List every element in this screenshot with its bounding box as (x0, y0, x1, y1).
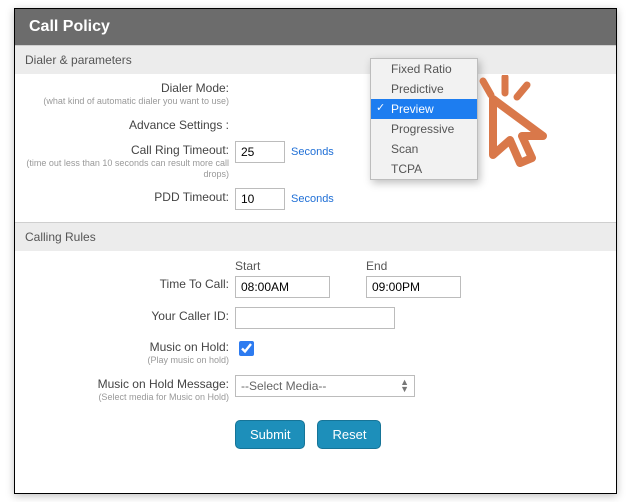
moh-message-select[interactable]: --Select Media-- ▲▼ (235, 375, 415, 397)
row-time-to-call: Time To Call: Start End (15, 251, 616, 300)
hint-ring-timeout: (time out less than 10 seconds can resul… (25, 158, 229, 180)
row-moh-message: Music on Hold Message: (Select media for… (15, 370, 616, 405)
time-start-caption: Start (235, 259, 330, 273)
dialer-mode-option[interactable]: Progressive (371, 119, 477, 139)
row-music-on-hold: Music on Hold: (Play music on hold) (15, 333, 616, 368)
hint-dialer-mode: (what kind of automatic dialer you want … (25, 96, 229, 107)
label-pdd-timeout: PDD Timeout: (25, 187, 235, 204)
call-policy-panel: Call Policy Dialer & parameters Dialer M… (14, 8, 617, 494)
label-moh-message: Music on Hold Message: (Select media for… (25, 374, 235, 403)
moh-message-selected: --Select Media-- (241, 379, 326, 393)
row-buttons: Submit Reset (15, 415, 616, 451)
pdd-timeout-input[interactable] (235, 188, 285, 210)
label-advance-settings: Advance Settings : (25, 115, 235, 132)
label-time-to-call: Time To Call: (25, 255, 235, 291)
section-dialer-parameters: Dialer & parameters (15, 45, 616, 74)
ring-timeout-input[interactable] (235, 141, 285, 163)
reset-button[interactable]: Reset (317, 420, 381, 449)
time-end-caption: End (366, 259, 461, 273)
hint-moh-message: (Select media for Music on Hold) (25, 392, 229, 403)
ring-timeout-unit: Seconds (291, 146, 334, 158)
section-calling-rules: Calling Rules (15, 222, 616, 251)
time-start-column: Start (235, 259, 330, 298)
row-ring-timeout: Call Ring Timeout: (time out less than 1… (15, 136, 616, 182)
dialer-mode-option[interactable]: Predictive (371, 79, 477, 99)
select-stepper-icon: ▲▼ (400, 379, 409, 393)
dialer-mode-option[interactable]: Fixed Ratio (371, 59, 477, 79)
label-music-on-hold: Music on Hold: (Play music on hold) (25, 337, 235, 366)
caller-id-input[interactable] (235, 307, 395, 329)
time-end-input[interactable] (366, 276, 461, 298)
time-end-column: End (366, 259, 461, 298)
row-dialer-mode: Dialer Mode: (what kind of automatic dia… (15, 74, 616, 109)
row-advance-settings: Advance Settings : (15, 111, 616, 134)
dialer-mode-dropdown[interactable]: Fixed RatioPredictivePreviewProgressiveS… (370, 58, 478, 180)
page-title: Call Policy (15, 9, 616, 45)
dialer-mode-option[interactable]: Preview (371, 99, 477, 119)
label-ring-timeout: Call Ring Timeout: (time out less than 1… (25, 140, 235, 180)
time-start-input[interactable] (235, 276, 330, 298)
label-ring-timeout-text: Call Ring Timeout: (131, 143, 229, 157)
label-dialer-mode-text: Dialer Mode: (161, 81, 229, 95)
label-music-on-hold-text: Music on Hold: (150, 340, 229, 354)
dialer-mode-option[interactable]: Scan (371, 139, 477, 159)
music-on-hold-checkbox[interactable] (239, 341, 254, 356)
dialer-mode-option[interactable]: TCPA (371, 159, 477, 179)
label-dialer-mode: Dialer Mode: (what kind of automatic dia… (25, 78, 235, 107)
label-moh-message-text: Music on Hold Message: (98, 377, 229, 391)
submit-button[interactable]: Submit (235, 420, 305, 449)
hint-music-on-hold: (Play music on hold) (25, 355, 229, 366)
pdd-timeout-unit: Seconds (291, 193, 334, 205)
label-caller-id: Your Caller ID: (25, 306, 235, 323)
row-pdd-timeout: PDD Timeout: Seconds (15, 183, 616, 212)
row-caller-id: Your Caller ID: (15, 302, 616, 331)
